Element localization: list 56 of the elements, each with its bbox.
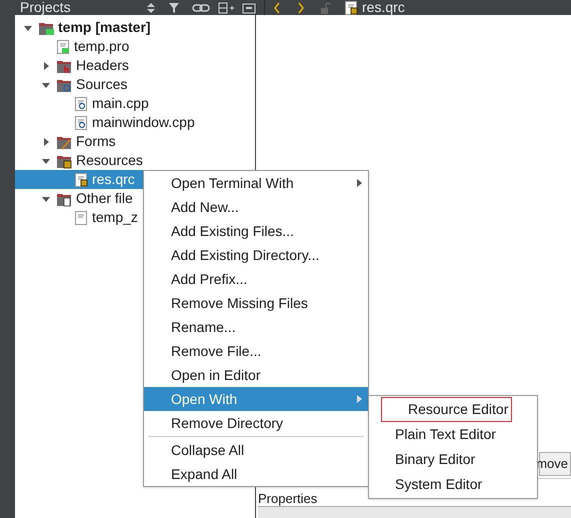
menu-item[interactable]: Resource Editor [381,397,512,422]
file-icon [74,114,89,130]
tree-item[interactable]: Sources [15,75,255,94]
menu-item[interactable]: Remove Missing Files [144,291,368,315]
tree-item-label: Sources [76,75,128,94]
collapsed-arrow-icon[interactable] [42,138,50,146]
tree-item-label: main.cpp [92,94,149,113]
file-icon [56,38,71,54]
menu-item[interactable]: Remove Directory [144,411,368,435]
expanded-arrow-icon[interactable] [42,80,50,88]
properties-label: Properties [258,492,318,506]
tree-item[interactable]: Resources [15,151,255,170]
menu-item[interactable]: Add New... [144,195,368,219]
menu-item[interactable]: Add Prefix... [144,267,368,291]
tree-item-label: temp_z [92,208,138,227]
menu-item[interactable]: System Editor [369,472,525,497]
menu-item[interactable]: Add Existing Files... [144,219,368,243]
file-icon [74,172,89,188]
menu-item[interactable]: Open in Editor [144,363,368,387]
expanded-arrow-icon[interactable] [24,24,32,32]
link-icon[interactable] [192,2,210,14]
menu-item[interactable]: Add Existing Directory... [144,243,368,267]
expanded-arrow-icon[interactable] [42,156,50,164]
menu-item[interactable]: Expand All [144,462,368,486]
tree-item-label: Other file [76,189,133,208]
file-icon [74,96,89,112]
tree-item-label: temp.pro [74,37,130,56]
menu-item[interactable]: Plain Text Editor [369,422,525,447]
tree-item[interactable]: mainwindow.cpp [15,113,255,132]
pane-title: Projects [20,0,72,15]
forward-icon[interactable] [297,2,305,14]
tree-item[interactable]: Forms [15,132,255,151]
menu-item[interactable]: Open With [144,387,368,411]
collapsed-arrow-icon[interactable] [42,62,50,70]
sort-icon[interactable] [146,2,156,14]
menu-item[interactable]: Collapse All [144,438,368,462]
menu-item[interactable]: Binary Editor [369,447,525,472]
tree-item-label: mainwindow.cpp [92,113,195,132]
tree-item[interactable]: main.cpp [15,94,255,113]
expanded-arrow-icon[interactable] [42,194,50,202]
menu-item[interactable]: Remove File... [144,339,368,363]
back-icon[interactable] [273,2,281,14]
window-icon[interactable] [242,2,256,14]
file-icon [74,210,89,226]
tree-item-label: res.qrc [92,170,135,189]
tree-item[interactable]: temp.pro [15,37,255,56]
lock-icon [320,2,332,14]
tree-item[interactable]: Headers [15,56,255,75]
tree-item-label: temp [master] [58,18,151,37]
tree-item-label: Headers [76,56,129,75]
file-name: res.qrc [362,0,405,15]
menu-item[interactable]: Rename... [144,315,368,339]
tree-item[interactable]: temp [master] [15,18,255,37]
split-icon[interactable] [218,2,234,14]
tree-item-label: Resources [76,151,143,170]
tree-item-label: Forms [76,132,116,151]
